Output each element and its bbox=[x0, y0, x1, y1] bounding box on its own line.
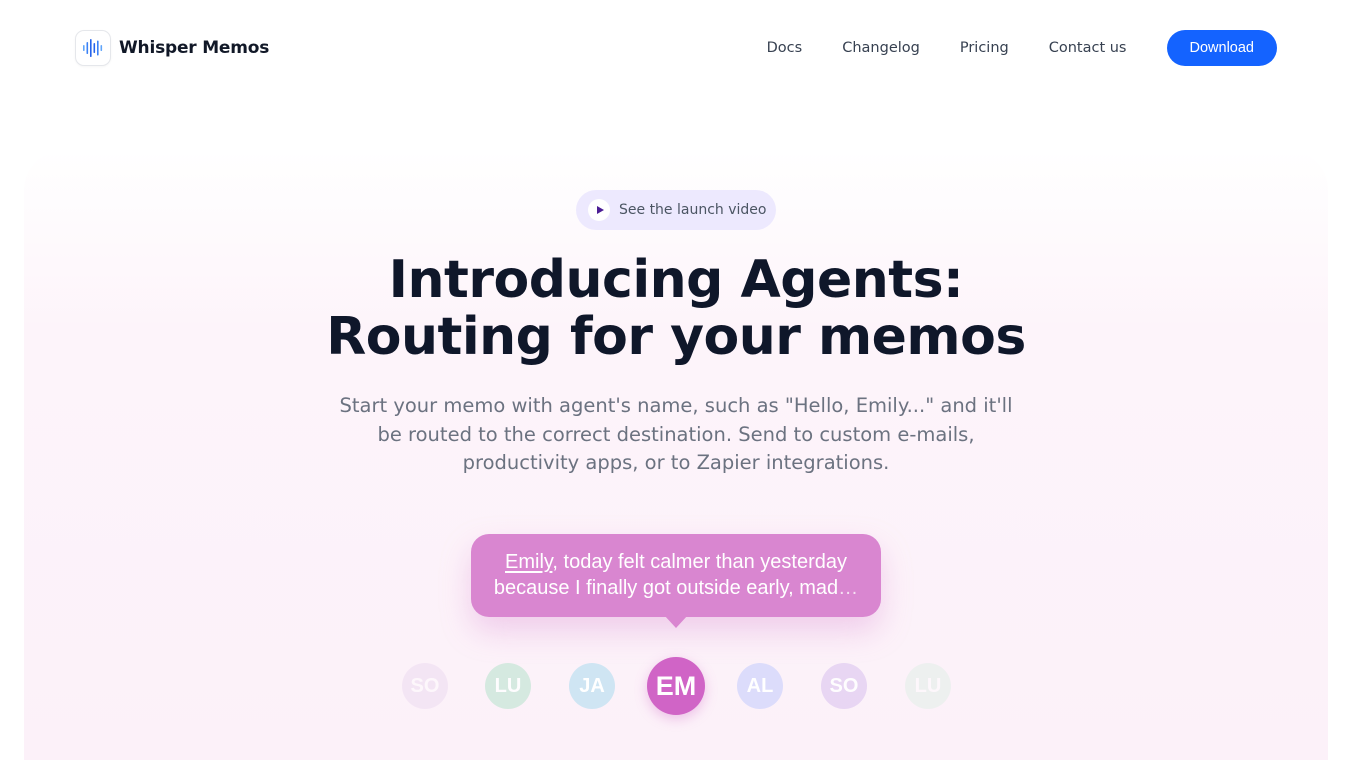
agent-name-mention: Emily bbox=[505, 551, 553, 573]
agent-avatar-em-active[interactable]: EM bbox=[647, 657, 705, 715]
play-icon bbox=[588, 199, 610, 221]
launch-video-label: See the launch video bbox=[619, 202, 767, 218]
brand-name: Whisper Memos bbox=[119, 37, 270, 58]
agent-avatar-so[interactable]: SO bbox=[402, 663, 448, 709]
agent-avatar-so-2[interactable]: SO bbox=[821, 663, 867, 709]
hero-title: Introducing Agents: Routing for your mem… bbox=[0, 252, 1352, 366]
launch-video-link[interactable]: See the launch video bbox=[576, 190, 776, 230]
hero-title-line2: Routing for your memos bbox=[326, 307, 1026, 367]
brand-logo[interactable]: Whisper Memos bbox=[75, 29, 269, 66]
hero-title-line1: Introducing Agents: bbox=[388, 250, 964, 310]
hero-subtitle: Start your memo with agent's name, such … bbox=[339, 394, 1013, 474]
nav-links: Docs Changelog Pricing Contact us Downlo… bbox=[767, 30, 1277, 66]
nav-pricing-link[interactable]: Pricing bbox=[960, 40, 1009, 56]
nav-changelog-link[interactable]: Changelog bbox=[842, 40, 920, 56]
download-button[interactable]: Download bbox=[1166, 30, 1277, 66]
nav-contact-link[interactable]: Contact us bbox=[1049, 40, 1127, 56]
agent-avatar-ja[interactable]: JA bbox=[569, 663, 615, 709]
memo-speech-bubble: Emily, today felt calmer than yesterday … bbox=[471, 534, 881, 617]
top-navigation: Whisper Memos Docs Changelog Pricing Con… bbox=[0, 0, 1352, 95]
nav-docs-link[interactable]: Docs bbox=[767, 40, 803, 56]
waveform-icon bbox=[75, 29, 111, 66]
speech-bubble-tail bbox=[664, 615, 688, 628]
memo-ellipsis: … bbox=[838, 577, 859, 599]
agent-avatar-lu-2[interactable]: LU bbox=[905, 663, 951, 709]
agent-avatar-al[interactable]: AL bbox=[737, 663, 783, 709]
agent-avatar-lu[interactable]: LU bbox=[485, 663, 531, 709]
